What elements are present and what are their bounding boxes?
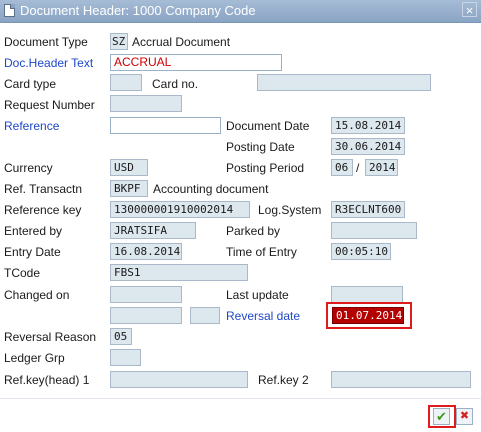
reversal-date-field[interactable]: 01.07.2014 bbox=[332, 307, 404, 324]
request-number-field[interactable] bbox=[110, 95, 182, 112]
parked-by-field[interactable] bbox=[331, 222, 417, 239]
document-icon bbox=[4, 4, 15, 17]
ref-key-head-1-label: Ref.key(head) 1 bbox=[4, 373, 90, 387]
ref-transactn-field[interactable]: BKPF bbox=[110, 180, 148, 197]
ref-key-2-label: Ref.key 2 bbox=[258, 373, 309, 387]
changed-on-field[interactable] bbox=[110, 286, 182, 303]
log-system-field[interactable]: R3ECLNT600 bbox=[331, 201, 405, 218]
currency-field[interactable]: USD bbox=[110, 159, 148, 176]
cancel-button[interactable]: ✖ bbox=[456, 408, 473, 425]
unlabeled-field-1[interactable] bbox=[110, 307, 182, 324]
card-no-field[interactable] bbox=[257, 74, 431, 91]
last-update-label: Last update bbox=[226, 288, 289, 302]
ref-key-2-field[interactable] bbox=[331, 371, 471, 388]
reversal-reason-field[interactable]: 05 bbox=[110, 328, 132, 345]
posting-year-field[interactable]: 2014 bbox=[365, 159, 398, 176]
ledger-grp-field[interactable] bbox=[110, 349, 141, 366]
entered-by-field[interactable]: JRATSIFA bbox=[110, 222, 196, 239]
posting-date-label: Posting Date bbox=[226, 140, 295, 154]
log-system-label: Log.System bbox=[258, 203, 322, 217]
document-date-field[interactable]: 15.08.2014 bbox=[331, 117, 405, 134]
request-number-label: Request Number bbox=[4, 98, 95, 112]
time-of-entry-label: Time of Entry bbox=[226, 245, 297, 259]
card-type-field[interactable] bbox=[110, 74, 142, 91]
ref-transactn-description: Accounting document bbox=[153, 182, 269, 196]
last-update-field[interactable] bbox=[331, 286, 403, 303]
reference-key-field[interactable]: 130000001910002014 bbox=[110, 201, 250, 218]
document-header-panel: Document Type SZ Accrual Document Doc.He… bbox=[0, 23, 481, 432]
close-icon[interactable]: × bbox=[462, 2, 477, 18]
cancel-icon: ✖ bbox=[459, 410, 470, 422]
ledger-grp-label: Ledger Grp bbox=[4, 351, 65, 365]
posting-period-field[interactable]: 06 bbox=[331, 159, 353, 176]
period-separator: / bbox=[356, 161, 360, 175]
document-type-label: Document Type bbox=[4, 35, 88, 49]
card-no-label: Card no. bbox=[152, 77, 199, 91]
reversal-reason-label: Reversal Reason bbox=[4, 330, 97, 344]
tcode-label: TCode bbox=[4, 266, 41, 280]
changed-on-label: Changed on bbox=[4, 288, 70, 302]
entered-by-label: Entered by bbox=[4, 224, 63, 238]
document-type-description: Accrual Document bbox=[132, 35, 231, 49]
posting-date-field[interactable]: 30.06.2014 bbox=[331, 138, 405, 155]
card-type-label: Card type bbox=[4, 77, 57, 91]
checkmark-icon: ✔ bbox=[436, 409, 447, 424]
window-title: Document Header: 1000 Company Code bbox=[20, 3, 256, 18]
posting-period-label: Posting Period bbox=[226, 161, 305, 175]
parked-by-label: Parked by bbox=[226, 224, 281, 238]
entry-date-label: Entry Date bbox=[4, 245, 61, 259]
ref-transactn-label: Ref. Transactn bbox=[4, 182, 83, 196]
doc-header-text-field[interactable]: ACCRUAL bbox=[110, 54, 282, 71]
currency-label: Currency bbox=[4, 161, 53, 175]
document-date-label: Document Date bbox=[226, 119, 310, 133]
reference-key-label: Reference key bbox=[4, 203, 82, 217]
reversal-date-label[interactable]: Reversal date bbox=[226, 308, 300, 324]
footer-divider bbox=[0, 398, 481, 399]
tcode-field[interactable]: FBS1 bbox=[110, 264, 248, 281]
doc-header-text-label[interactable]: Doc.Header Text bbox=[4, 55, 93, 71]
reference-field[interactable] bbox=[110, 117, 221, 134]
entry-date-field[interactable]: 16.08.2014 bbox=[110, 243, 182, 260]
time-of-entry-field[interactable]: 00:05:10 bbox=[331, 243, 391, 260]
reference-label[interactable]: Reference bbox=[4, 118, 59, 134]
ref-key-head-1-field[interactable] bbox=[110, 371, 248, 388]
confirm-button[interactable]: ✔ bbox=[433, 408, 450, 425]
title-bar: Document Header: 1000 Company Code × bbox=[0, 0, 481, 23]
document-type-field[interactable]: SZ bbox=[110, 33, 128, 50]
unlabeled-field-2[interactable] bbox=[190, 307, 220, 324]
